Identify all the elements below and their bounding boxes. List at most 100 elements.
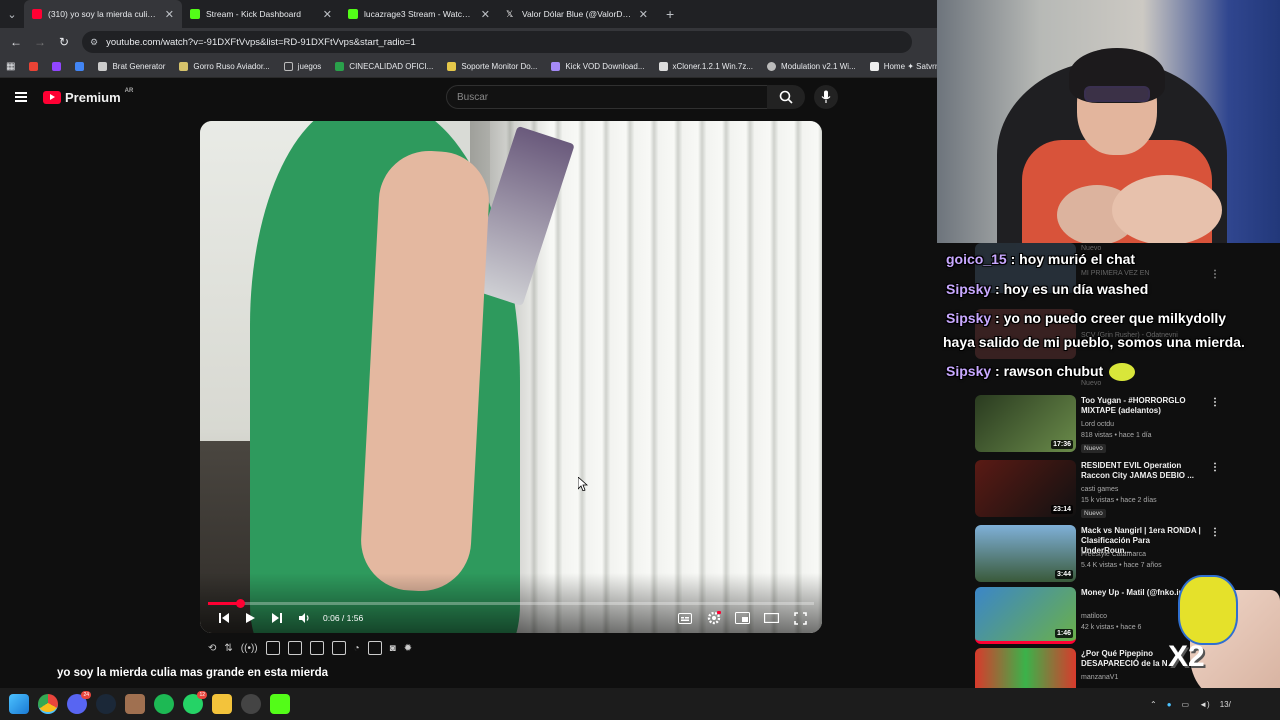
screenshot-icon[interactable]: ◙ [390, 643, 396, 654]
extension-settings-icon[interactable]: ✹ [404, 643, 412, 654]
browser-tab-kick-dashboard[interactable]: Stream - Kick Dashboard ✕ [182, 0, 340, 28]
video-title[interactable]: Too Yugan - #HORRORGLO MIXTAPE (adelanto… [1081, 396, 1201, 416]
channel-name[interactable]: casti games [1081, 486, 1118, 493]
popup-icon[interactable] [367, 641, 382, 655]
back-icon[interactable]: ← [4, 28, 28, 56]
recommendation-item[interactable]: 23:14 RESIDENT EVIL Operation Raccon Cit… [975, 460, 1220, 518]
video-duration: 1:46 [1054, 629, 1073, 638]
time-display: 0:06 / 1:56 [323, 613, 364, 623]
obs-icon[interactable] [241, 694, 261, 714]
resize-icon[interactable] [309, 641, 324, 655]
new-tab-icon[interactable]: + [666, 6, 674, 22]
reload-icon[interactable]: ↻ [52, 28, 76, 56]
bookmark-label: Soporte Monitor Do... [461, 62, 538, 71]
progress-bar[interactable] [208, 599, 814, 608]
video-player[interactable]: 0:06 / 1:56 [200, 121, 822, 633]
spotify-icon[interactable] [154, 694, 174, 714]
channel-name[interactable]: manzanaV1 [1081, 674, 1118, 681]
hamburger-menu-icon[interactable] [15, 92, 27, 102]
close-tab-icon[interactable]: ✕ [165, 8, 174, 21]
youtube-premium-logo[interactable]: Premium AR [43, 88, 133, 105]
bookmark-item[interactable]: Soporte Monitor Do... [447, 62, 537, 71]
frame-icon[interactable] [331, 641, 346, 655]
microphone-tray-icon[interactable]: ● [1167, 700, 1172, 709]
app-icon[interactable] [125, 694, 145, 714]
progress-scrubber[interactable] [235, 599, 245, 608]
search-button[interactable] [767, 85, 805, 109]
audio-icon[interactable]: ((•)) [241, 643, 258, 654]
bookmark-item[interactable]: Brat Generator [98, 62, 165, 71]
recommendation-item[interactable]: 17:36 Too Yugan - #HORRORGLO MIXTAPE (ad… [975, 395, 1220, 453]
browser-tab-x[interactable]: 𝕏 Valor Dólar Blue (@ValorDolarB ✕ [498, 0, 656, 28]
bookmark-drive[interactable] [75, 62, 85, 71]
search-input[interactable]: Buscar [446, 85, 768, 109]
forward-icon[interactable]: → [28, 28, 52, 56]
bookmark-item[interactable]: Home ✦ Satvrn [869, 62, 939, 71]
whatsapp-icon[interactable]: 12 [183, 691, 207, 714]
more-options-icon[interactable]: ⋮ [1210, 462, 1220, 473]
video-thumbnail[interactable]: 23:14 [975, 460, 1076, 517]
clock[interactable]: 13/ [1220, 700, 1231, 709]
playlist-icon[interactable] [265, 641, 280, 655]
windows-start-icon[interactable] [9, 694, 29, 714]
subtitles-icon[interactable] [677, 609, 693, 627]
close-tab-icon[interactable]: ✕ [481, 8, 490, 21]
bookmark-item[interactable]: xCloner.1.2.1 Win.7z... [658, 62, 753, 71]
windows-taskbar: 24 12 ⌃ ● ▭ ◄) 13/ [0, 688, 1280, 720]
channel-name[interactable]: Freestyle Catamarca [1081, 551, 1146, 558]
chevron-up-icon[interactable]: ⌃ [1150, 700, 1157, 709]
sort-icon[interactable]: ⇅ [224, 643, 232, 654]
chat-message: Sipsky : hoy es un día washed [946, 281, 1148, 297]
bookmark-folder[interactable]: juegos [283, 62, 321, 71]
kick-icon[interactable] [270, 694, 290, 714]
theater-mode-icon[interactable] [763, 609, 779, 627]
voice-search-button[interactable] [814, 85, 838, 109]
address-bar[interactable]: ⚙ youtube.com/watch?v=-91DXFtVvps&list=R… [82, 31, 912, 53]
video-meta: 5.4 K vistas • hace 7 años [1081, 562, 1162, 569]
video-thumbnail[interactable]: 1:46 [975, 587, 1076, 644]
bookmark-item[interactable]: CINECALIDAD OFICI... [335, 62, 433, 71]
video-title[interactable]: RESIDENT EVIL Operation Raccon City JAMA… [1081, 461, 1201, 481]
bookmark-item[interactable]: Kick VOD Download... [551, 62, 645, 71]
file-explorer-icon[interactable] [212, 694, 232, 714]
fullscreen-icon[interactable] [792, 609, 808, 627]
video-duration: 3:44 [1054, 570, 1073, 579]
bookmark-gmail[interactable] [29, 62, 39, 71]
webcam-knee [1112, 175, 1222, 243]
channel-name[interactable]: matiloco [1081, 613, 1107, 620]
site-info-icon[interactable]: ⚙ [90, 37, 98, 48]
loop-icon[interactable]: ⟲ [208, 643, 216, 654]
play-icon[interactable] [242, 609, 258, 627]
browser-tab-youtube[interactable]: (310) yo soy la mierda culia mas ✕ [24, 0, 182, 28]
miniplayer-icon[interactable] [734, 609, 750, 627]
settings-icon[interactable] [706, 609, 722, 627]
volume-icon[interactable] [296, 609, 312, 627]
bookmark-icon [766, 62, 776, 71]
channel-name[interactable]: Lord octdu [1081, 421, 1114, 428]
discord-icon[interactable]: 24 [67, 691, 91, 714]
video-thumbnail[interactable]: 3:44 [975, 525, 1076, 582]
cinema-icon[interactable] [287, 641, 302, 655]
bookmark-item[interactable]: Modulation v2.1 Wi... [766, 62, 856, 71]
webcam-overlay [937, 0, 1280, 243]
volume-tray-icon[interactable]: ◄) [1199, 700, 1210, 709]
next-icon[interactable] [269, 609, 285, 627]
more-options-icon[interactable]: ⋮ [1210, 397, 1220, 408]
display-icon[interactable]: ▭ [1182, 700, 1190, 709]
new-badge: Nuevo [1081, 444, 1106, 453]
previous-icon[interactable] [216, 609, 232, 627]
close-tab-icon[interactable]: ✕ [323, 8, 332, 21]
close-tab-icon[interactable]: ✕ [639, 8, 648, 21]
chat-message-continuation: haya salido de mi pueblo, somos una mier… [943, 334, 1245, 350]
steam-icon[interactable] [96, 694, 116, 714]
video-thumbnail[interactable] [975, 648, 1076, 693]
more-options-icon[interactable]: ⋮ [1210, 527, 1220, 538]
video-thumbnail[interactable]: 17:36 [975, 395, 1076, 452]
tab-search-dropdown-icon[interactable]: ⌄ [0, 0, 24, 28]
speed-icon[interactable]: ◔ [354, 643, 360, 654]
chrome-icon[interactable] [38, 694, 58, 714]
bookmark-item[interactable]: Gorro Ruso Aviador... [179, 62, 270, 71]
apps-grid-icon[interactable]: ▦ [6, 61, 15, 72]
browser-tab-kick-stream[interactable]: lucazrage3 Stream - Watch Live ✕ [340, 0, 498, 28]
bookmark-twitch[interactable] [52, 62, 62, 71]
